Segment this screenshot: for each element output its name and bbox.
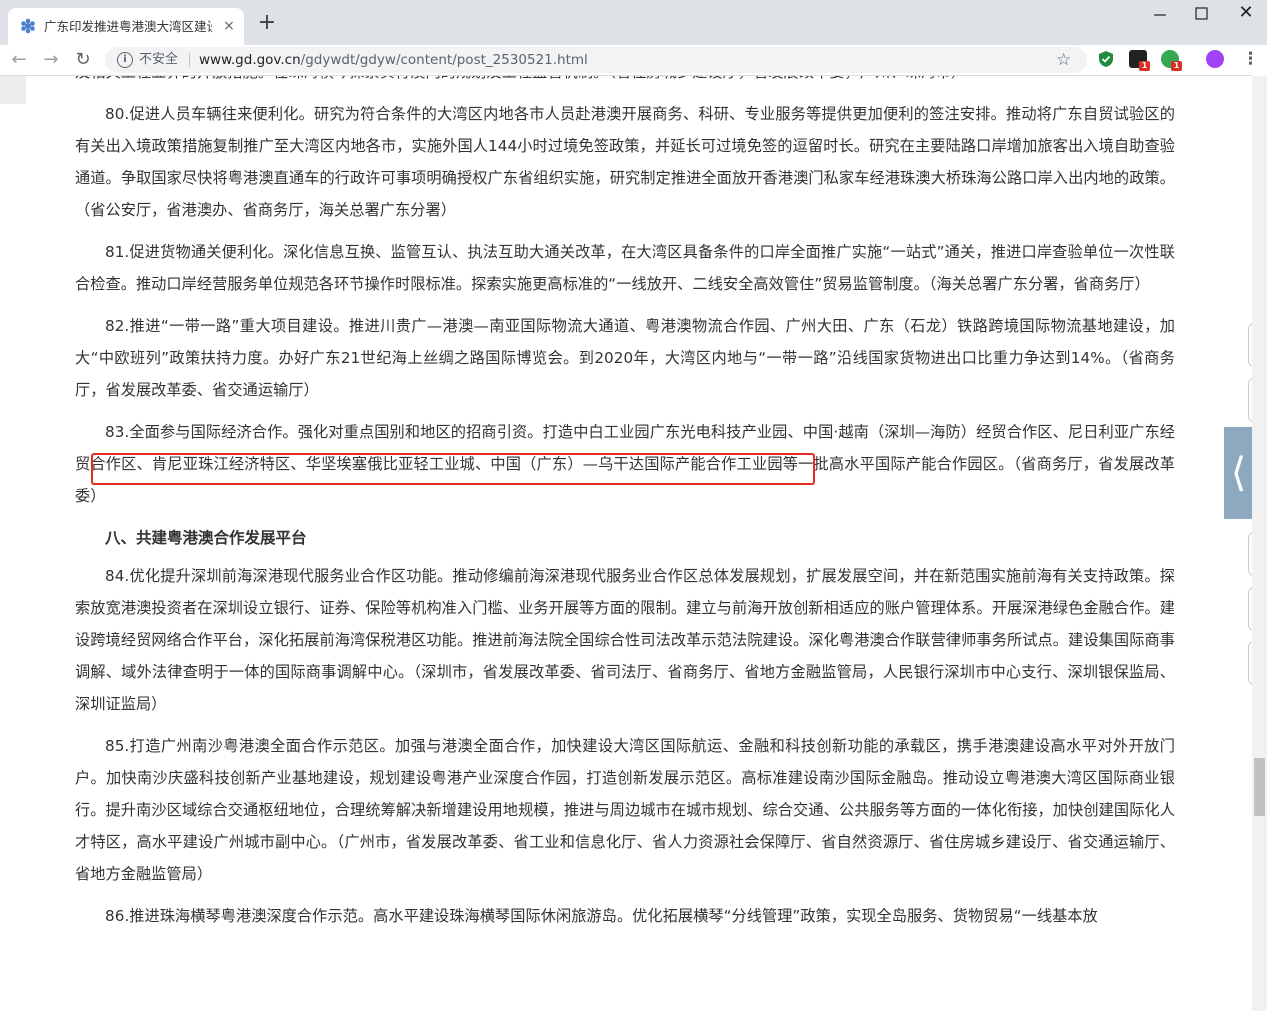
paragraph-81: 81.促进货物通关便利化。深化信息互换、监管互认、执法互助大通关改革，在大湾区具… bbox=[75, 243, 1175, 293]
profile-avatar[interactable] bbox=[1206, 50, 1224, 68]
not-secure-label[interactable]: 不安全 bbox=[139, 50, 178, 70]
vertical-scrollbar[interactable] bbox=[1252, 76, 1267, 1011]
page-viewport: 及相关工程业界的开放措施。在珠海横琴探索实行澳门的规划及工程监管机制。（省住房城… bbox=[0, 75, 1252, 1012]
shield-extension-icon[interactable] bbox=[1097, 50, 1115, 68]
paragraph-83: 83.全面参与国际经济合作。强化对重点国别和地区的招商引资。打造中白工业园广东光… bbox=[75, 423, 1175, 505]
more-menu-icon[interactable]: ⋮ bbox=[1242, 49, 1259, 69]
info-icon[interactable]: i bbox=[117, 52, 133, 68]
section-heading-8: 八、共建粤港澳合作发展平台 bbox=[105, 529, 307, 547]
url-path: /gdywdt/gdyw/content/post_2530521.html bbox=[300, 52, 588, 68]
collapse-arrow-icon[interactable]: ⟨ bbox=[1224, 427, 1253, 519]
paragraph-82: 82.推进“一带一路”重大项目建设。推进川贵广—港澳—南亚国际物流大通道、粤港澳… bbox=[75, 317, 1175, 399]
url-text[interactable]: www.gd.gov.cn/gdywdt/gdyw/content/post_2… bbox=[199, 50, 588, 70]
maximize-icon[interactable] bbox=[1188, 4, 1218, 24]
tab-strip: 广东印发推进粤港澳大湾区建设三 × + ✕ bbox=[0, 0, 1267, 45]
browser-tab[interactable]: 广东印发推进粤港澳大湾区建设三 × bbox=[8, 8, 244, 45]
address-bar[interactable]: i 不安全 www.gd.gov.cn/gdywdt/gdyw/content/… bbox=[105, 47, 1087, 73]
browser-toolbar: ← → ↻ i 不安全 www.gd.gov.cn/gdywdt/gdyw/co… bbox=[0, 45, 1267, 75]
left-edge-block bbox=[0, 76, 26, 104]
window-close-icon[interactable]: ✕ bbox=[1232, 2, 1260, 24]
paragraph-85: 85.打造广州南沙粤港澳全面合作示范区。加强与港澳全面合作，加快建设大湾区国际航… bbox=[75, 737, 1175, 883]
new-tab-button[interactable]: + bbox=[256, 12, 278, 34]
reload-icon[interactable]: ↻ bbox=[72, 49, 94, 71]
tab-close-icon[interactable]: × bbox=[220, 17, 238, 35]
paragraph-79-tail: 及相关工程业界的开放措施。在珠海横琴探索实行澳门的规划及工程监管机制。（省住房城… bbox=[75, 76, 1175, 88]
paragraph-84: 84.优化提升深圳前海深港现代服务业合作区功能。推动修编前海深港现代服务业合作区… bbox=[75, 567, 1175, 713]
tab-title: 广东印发推进粤港澳大湾区建设三 bbox=[44, 19, 212, 34]
url-host: www.gd.gov.cn bbox=[199, 52, 301, 68]
forward-arrow-icon[interactable]: → bbox=[40, 49, 62, 71]
site-favicon-icon bbox=[21, 18, 35, 34]
paragraph-80: 80.促进人员车辆往来便利化。研究为符合条件的大湾区内地各市人员赴港澳开展商务、… bbox=[75, 105, 1175, 219]
extension-badge: 1 bbox=[1139, 61, 1150, 71]
back-arrow-icon[interactable]: ← bbox=[8, 49, 30, 71]
article-content: 及相关工程业界的开放措施。在珠海横琴探索实行澳门的规划及工程监管机制。（省住房城… bbox=[75, 76, 1175, 942]
divider bbox=[189, 53, 190, 67]
paragraph-86: 86.推进珠海横琴粤港澳深度合作示范。高水平建设珠海横琴国际休闲旅游岛。优化拓展… bbox=[105, 907, 1098, 925]
scrollbar-thumb[interactable] bbox=[1254, 758, 1265, 816]
extension-badge-2: 1 bbox=[1171, 61, 1182, 71]
minimize-icon[interactable] bbox=[1140, 4, 1180, 24]
bookmark-star-icon[interactable]: ☆ bbox=[1056, 49, 1071, 71]
